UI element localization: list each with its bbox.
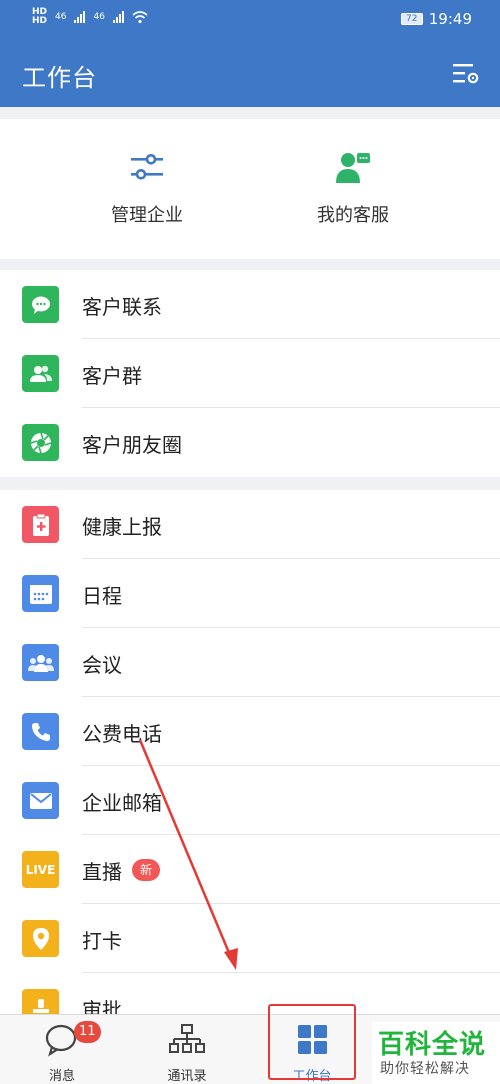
location-pin-icon — [22, 920, 59, 957]
list-item-label: 日程 — [82, 584, 122, 608]
medical-clipboard-icon — [22, 506, 59, 543]
sliders-icon — [131, 154, 163, 180]
settings-list-icon[interactable] — [452, 60, 480, 88]
network-type-1: 46 — [55, 12, 67, 22]
list-item-label: 企业邮箱 — [82, 791, 162, 815]
customer-service-icon — [336, 153, 370, 183]
manage-enterprise-button[interactable]: 管理企业 — [67, 149, 227, 227]
status-left: HD HD 46 46 — [32, 8, 148, 26]
signal-icon-2 — [112, 11, 124, 23]
list-item-live[interactable]: LIVE 直播 新 — [0, 835, 500, 904]
signal-icon — [74, 11, 86, 23]
stamp-icon — [22, 989, 59, 1014]
customer-group: 客户联系 客户群 客户朋友圈 — [0, 270, 500, 477]
new-badge: 新 — [132, 859, 161, 881]
status-bar: HD HD 46 46 72 19:49 — [0, 0, 500, 40]
meeting-people-icon — [22, 644, 59, 681]
phone-icon — [22, 713, 59, 750]
unread-badge: 11 — [74, 1021, 101, 1043]
list-item-label: 审批 — [82, 998, 122, 1014]
watermark-subtitle: 助你轻松解决 — [380, 1061, 470, 1077]
users-icon — [22, 355, 59, 392]
clock: 19:49 — [428, 10, 472, 28]
mail-icon — [22, 782, 59, 819]
list-item-customer-contact[interactable]: 客户联系 — [0, 270, 500, 339]
list-item-customer-moments[interactable]: 客户朋友圈 — [0, 408, 500, 477]
quick-actions-panel: 管理企业 我的客服 — [0, 119, 500, 259]
list-item-label: 公费电话 — [82, 722, 162, 746]
status-right: 72 19:49 — [400, 10, 472, 28]
wifi-icon — [132, 10, 148, 23]
list-item-label: 健康上报 — [82, 515, 162, 539]
top-bar: HD HD 46 46 72 19:49 工作台 — [0, 0, 500, 107]
list-item-label: 会议 — [82, 653, 122, 677]
nav-tab-contacts[interactable]: 通讯录 — [127, 1023, 247, 1084]
hd-indicator: HD HD — [32, 7, 48, 26]
list-item-public-phone[interactable]: 公费电话 — [0, 697, 500, 766]
nav-label: 通讯录 — [167, 1069, 207, 1084]
apps-group: 健康上报 日程 会议 公费电话 企业邮箱 LIVE 直播 新 打卡 审批 — [0, 490, 500, 1014]
watermark-logo: 百科全说 助你轻松解决 — [372, 1022, 500, 1084]
nav-label: 消息 — [48, 1069, 75, 1084]
list-item-label: 客户联系 — [82, 295, 162, 319]
nav-tab-messages[interactable]: 消息 — [2, 1023, 122, 1084]
network-type-2: 46 — [93, 12, 105, 22]
list-item-health-report[interactable]: 健康上报 — [0, 490, 500, 559]
live-icon: LIVE — [22, 851, 59, 888]
my-customer-service-button[interactable]: 我的客服 — [273, 149, 433, 227]
quick-label: 我的客服 — [317, 205, 389, 226]
list-item-enterprise-mail[interactable]: 企业邮箱 — [0, 766, 500, 835]
list-item-meeting[interactable]: 会议 — [0, 628, 500, 697]
page-title: 工作台 — [22, 64, 97, 92]
calendar-icon — [22, 575, 59, 612]
list-item-customer-group[interactable]: 客户群 — [0, 339, 500, 408]
list-item-label: 客户朋友圈 — [82, 433, 182, 457]
list-item-schedule[interactable]: 日程 — [0, 559, 500, 628]
org-chart-icon — [169, 1024, 205, 1053]
list-item-label: 打卡 — [82, 929, 122, 953]
list-item-label: 直播 — [82, 860, 122, 884]
quick-label: 管理企业 — [111, 205, 183, 226]
list-item-label: 客户群 — [82, 364, 142, 388]
battery-icon: 72 — [400, 13, 423, 25]
aperture-icon — [22, 424, 59, 461]
list-item-check-in[interactable]: 打卡 — [0, 904, 500, 973]
chat-bubble-icon — [22, 286, 59, 323]
list-item-approval[interactable]: 审批 — [0, 973, 500, 1014]
highlight-box — [268, 1004, 356, 1080]
watermark-title: 百科全说 — [378, 1030, 487, 1060]
